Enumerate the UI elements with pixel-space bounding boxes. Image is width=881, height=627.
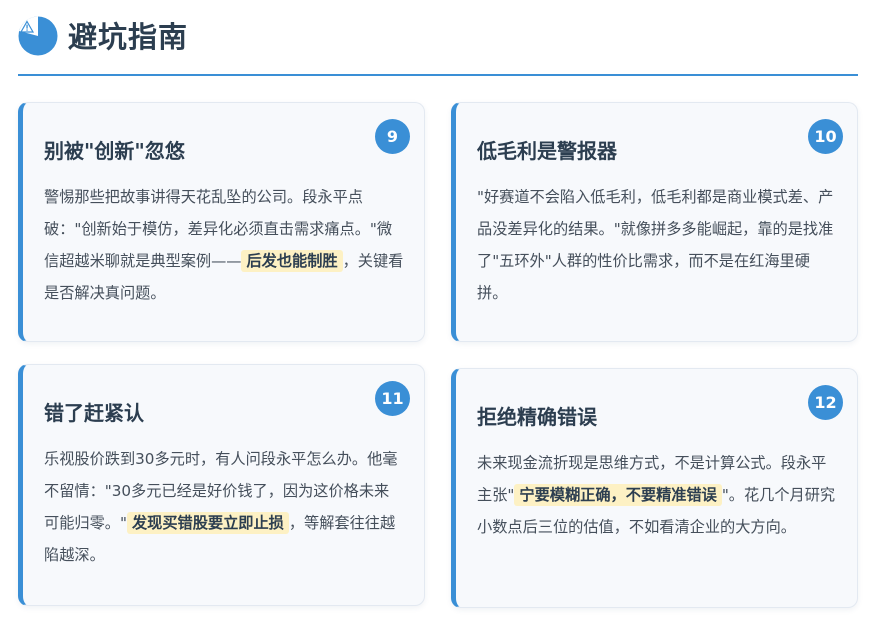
card-number-badge: 11 (375, 381, 410, 416)
tip-card: 低毛利是警报器 10 "好赛道不会陷入低毛利，低毛利都是商业模式差、产品没差异化… (451, 102, 858, 342)
card-title: 低毛利是警报器 (477, 139, 617, 163)
card-number-badge: 10 (808, 119, 843, 154)
warning-clock-icon (18, 16, 58, 56)
card-number-badge: 12 (808, 385, 843, 420)
card-highlight: 宁要模糊正确，不要精准错误 (514, 484, 722, 506)
card-body: 乐视股价跌到30多元时，有人问段永平怎么办。他毫不留情："30多元已经是好价钱了… (44, 443, 404, 571)
page-header: 避坑指南 (18, 14, 858, 76)
card-text: "好赛道不会陷入低毛利，低毛利都是商业模式差、产品没差异化的结果。"就像拼多多能… (477, 188, 834, 302)
card-title: 错了赶紧认 (44, 401, 144, 425)
tip-card: 别被"创新"忽悠 9 警惕那些把故事讲得天花乱坠的公司。段永平点破："创新始于模… (18, 102, 425, 342)
page-title: 避坑指南 (68, 20, 189, 54)
card-body: 未来现金流折现是思维方式，不是计算公式。段永平主张" 宁要模糊正确，不要精准错误 "… (477, 447, 837, 543)
card-number-badge: 9 (375, 119, 410, 154)
card-highlight: 发现买错股要立即止损 (126, 512, 289, 534)
card-highlight: 后发也能制胜 (241, 250, 343, 272)
card-body: "好赛道不会陷入低毛利，低毛利都是商业模式差、产品没差异化的结果。"就像拼多多能… (477, 181, 837, 309)
card-body: 警惕那些把故事讲得天花乱坠的公司。段永平点破："创新始于模仿，差异化必须直击需求… (44, 181, 404, 309)
card-title: 拒绝精确错误 (477, 405, 597, 429)
tip-card: 错了赶紧认 11 乐视股价跌到30多元时，有人问段永平怎么办。他毫不留情："30… (18, 364, 425, 606)
page: 避坑指南 别被"创新"忽悠 9 警惕那些把故事讲得天花乱坠的公司。段永平点破："… (0, 0, 881, 627)
tip-card: 拒绝精确错误 12 未来现金流折现是思维方式，不是计算公式。段永平主张" 宁要模糊… (451, 368, 858, 608)
card-title: 别被"创新"忽悠 (44, 139, 185, 163)
